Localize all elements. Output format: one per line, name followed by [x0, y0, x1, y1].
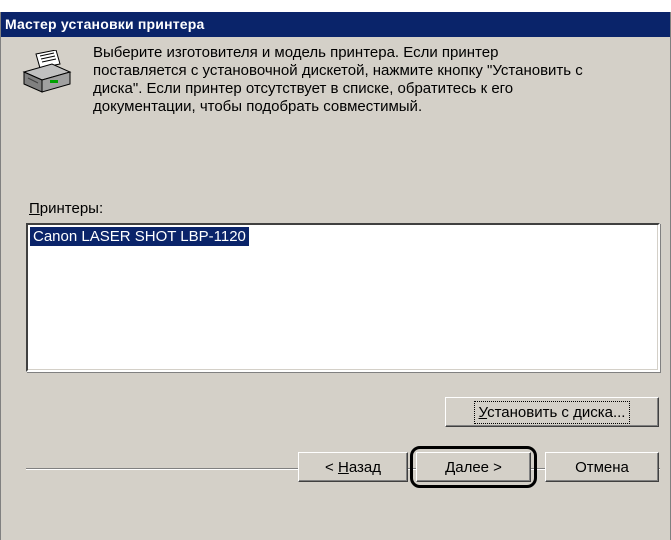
window-title: Мастер установки принтера — [5, 16, 205, 32]
printers-label: Принтеры: — [29, 200, 104, 217]
next-button-highlight — [410, 446, 537, 488]
have-disk-button[interactable]: Установить с диска... — [445, 397, 659, 427]
cancel-label: Отмена — [575, 458, 629, 476]
have-disk-label: Установить с диска... — [473, 400, 631, 424]
instruction-text: Выберите изготовителя и модель принтера.… — [93, 44, 583, 115]
printer-icon — [22, 50, 72, 93]
list-item[interactable]: Canon LASER SHOT LBP-1120 — [30, 227, 249, 246]
title-bar: Мастер установки принтера — [1, 12, 670, 37]
printers-listbox[interactable]: Canon LASER SHOT LBP-1120 — [26, 223, 660, 372]
back-button[interactable]: < Назад — [298, 452, 408, 482]
cancel-button[interactable]: Отмена — [545, 452, 659, 482]
back-label: < Назад — [325, 458, 381, 476]
